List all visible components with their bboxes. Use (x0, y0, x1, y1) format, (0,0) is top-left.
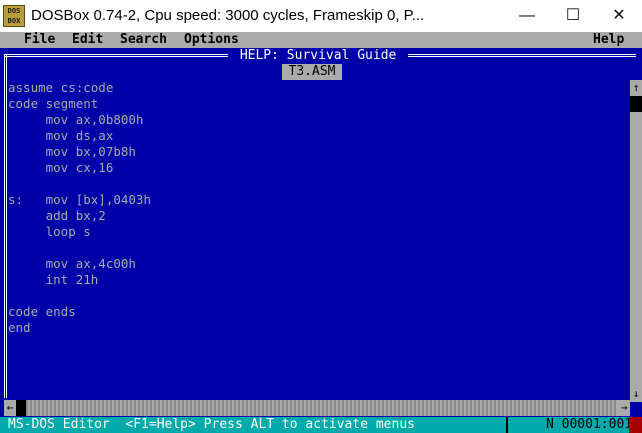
menu-options[interactable]: Options (184, 32, 239, 48)
horizontal-scrollbar[interactable]: ← → (4, 400, 630, 416)
scroll-left-icon[interactable]: ← (4, 400, 16, 416)
help-window-title[interactable]: HELP: Survival Guide (228, 48, 409, 64)
window-title: DOSBox 0.74-2, Cpu speed: 3000 cycles, F… (31, 7, 425, 24)
text-cursor-icon (629, 417, 642, 433)
window-frame-left (4, 54, 7, 398)
status-divider (506, 417, 508, 433)
code-editor-text[interactable]: assume cs:code code segment mov ax,0b800… (8, 80, 151, 336)
vertical-scroll-thumb[interactable] (630, 96, 642, 112)
close-button[interactable]: ✕ (596, 0, 642, 32)
menu-bar: File Edit Search Options Help (0, 32, 642, 48)
minimize-button[interactable]: — (504, 0, 550, 32)
menu-search[interactable]: Search (120, 32, 167, 48)
status-bar: MS-DOS Editor <F1=Help> Press ALT to act… (0, 417, 642, 433)
window-title-bar[interactable]: DOS BOX DOSBox 0.74-2, Cpu speed: 3000 c… (0, 0, 642, 32)
scroll-right-icon[interactable]: → (618, 400, 630, 416)
dos-screen[interactable]: File Edit Search Options Help HELP: Surv… (0, 32, 642, 433)
scroll-up-icon[interactable]: ↑ (630, 80, 642, 96)
menu-file[interactable]: File (24, 32, 55, 48)
menu-help[interactable]: Help (593, 32, 624, 48)
scroll-down-icon[interactable]: ↓ (630, 386, 642, 402)
dosbox-app-icon: DOS BOX (3, 5, 25, 27)
cursor-position: N 00001:001 (546, 417, 633, 432)
vertical-scrollbar[interactable]: ↑ ↓ (630, 80, 642, 402)
status-hint: MS-DOS Editor <F1=Help> Press ALT to act… (8, 417, 415, 432)
menu-edit[interactable]: Edit (72, 32, 103, 48)
maximize-button[interactable]: ☐ (550, 0, 596, 32)
file-name-tab[interactable]: T3.ASM (282, 64, 342, 80)
horizontal-scroll-thumb[interactable] (16, 400, 26, 416)
